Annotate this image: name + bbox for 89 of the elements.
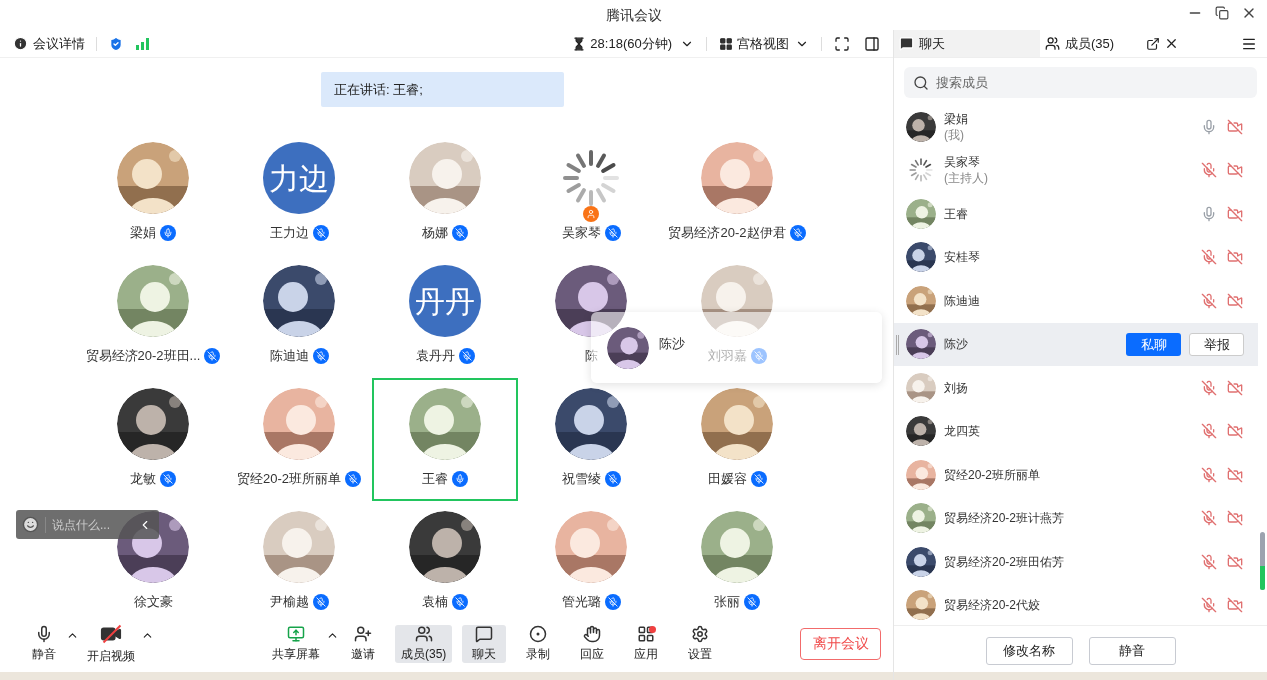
member-name: 安桂琴: [944, 249, 980, 266]
member-name: 王睿: [944, 205, 968, 222]
participant-name: 田媛容: [707, 470, 747, 488]
member-name: 陈沙: [659, 334, 685, 353]
meeting-details-button[interactable]: 会议详情: [13, 33, 85, 54]
emoji-icon[interactable]: [22, 516, 39, 533]
toolbar-button[interactable]: 聊天: [462, 624, 507, 663]
member-name: 贸经20-2班所丽单: [944, 466, 1041, 483]
member-row[interactable]: 贸易经济20-2班计燕芳: [894, 496, 1258, 540]
participant-name: 陈: [584, 347, 598, 365]
member-row[interactable]: 贸易经济20-2班田佑芳: [894, 540, 1258, 584]
chat-bar[interactable]: 说点什么...: [16, 510, 159, 539]
fullscreen-icon[interactable]: [834, 35, 850, 52]
participant-name: 祝雪绫: [561, 470, 601, 488]
member-name: 刘扬: [944, 379, 968, 396]
member-role: (主持人): [944, 170, 988, 187]
restore-icon[interactable]: [1215, 6, 1229, 20]
member-name: 陈沙: [944, 336, 968, 353]
participant-name: 梁娟: [130, 224, 156, 242]
member-row[interactable]: 王睿: [894, 192, 1258, 236]
participant-name: 徐文豪: [133, 593, 173, 611]
toolbar-button[interactable]: 设置: [678, 624, 723, 663]
member-row[interactable]: 陈沙 私聊 举报: [894, 322, 1258, 366]
close-icon[interactable]: [1164, 36, 1179, 51]
share-screen-icon: [285, 624, 307, 643]
member-row[interactable]: 陈迪迪: [894, 279, 1258, 323]
toolbar-button[interactable]: 开启视频: [81, 624, 141, 663]
timer-dropdown[interactable]: 28:18(60分钟): [572, 33, 694, 54]
member-row[interactable]: 梁娟 (我): [894, 105, 1258, 149]
participant-name: 袁丹丹: [415, 347, 455, 365]
participant-name: 张丽: [714, 593, 740, 611]
toolbar-button[interactable]: 共享屏幕: [266, 624, 326, 663]
hourglass-icon: [572, 36, 587, 51]
participant-name: 龙敏: [130, 470, 156, 488]
toolbar-button[interactable]: 邀请: [341, 624, 385, 663]
participant-name: 陈迪迪: [269, 347, 309, 365]
participant-name: 袁楠: [422, 593, 448, 611]
toolbar-button[interactable]: 应用: [624, 624, 669, 663]
leave-meeting-button[interactable]: 离开会议: [800, 627, 881, 660]
member-name: 贸易经济20-2代姣: [944, 597, 1041, 614]
panel-tab[interactable]: 聊天: [894, 30, 1040, 57]
member-name: 梁娟: [944, 110, 968, 127]
users-icon: [1045, 36, 1060, 51]
toolbar-button[interactable]: 回应: [570, 624, 615, 663]
grid-icon: [719, 36, 733, 51]
view-dropdown[interactable]: 宫格视图: [719, 33, 809, 54]
search-icon: [913, 74, 929, 91]
scrollbar[interactable]: [1260, 532, 1265, 590]
chat-icon: [899, 36, 914, 51]
member-name: 吴家琴: [944, 154, 981, 171]
shield-icon[interactable]: [108, 35, 124, 52]
member-row[interactable]: 安桂琴: [894, 235, 1258, 279]
chat-text-field[interactable]: 说点什么...: [52, 515, 132, 534]
info-icon: [13, 36, 28, 51]
member-name: 陈迪迪: [944, 292, 980, 309]
participant-name: 王力边: [269, 224, 309, 242]
mute-button[interactable]: 静音: [1088, 637, 1176, 665]
participant-name: 刘羽嘉: [707, 347, 747, 365]
member-row[interactable]: 龙四英: [894, 409, 1258, 453]
search-field[interactable]: 搜索成员: [936, 72, 1248, 93]
private-chat-button[interactable]: 私聊: [1126, 332, 1181, 356]
add-user-icon: [352, 624, 374, 643]
participant-name: 尹榆越: [269, 593, 309, 611]
member-row[interactable]: 贸经20-2班所丽单: [894, 453, 1258, 497]
member-role: (我): [944, 126, 965, 143]
toolbar-button[interactable]: 录制: [516, 624, 561, 663]
avatar: 力边: [263, 142, 335, 214]
report-button[interactable]: 举报: [1189, 332, 1244, 356]
search-bar[interactable]: 搜索成员: [904, 67, 1257, 98]
popout-icon[interactable]: [1146, 36, 1160, 51]
participant-name: 贸易经济20-2赵伊君: [668, 224, 786, 242]
participant-name: 王睿: [422, 470, 448, 488]
member-name: 龙四英: [944, 423, 980, 440]
member-row[interactable]: 刘扬: [894, 366, 1258, 410]
participant-name: 管光璐: [561, 593, 601, 611]
toolbar-button[interactable]: 静音: [22, 624, 66, 663]
member-name: 贸易经济20-2班计燕芳: [944, 510, 1065, 527]
participant-name: 杨娜: [422, 224, 448, 242]
participant-name: 吴家琴: [561, 224, 601, 242]
rename-button[interactable]: 修改名称: [985, 637, 1073, 665]
avatar: 丹丹: [409, 265, 481, 337]
member-name: 贸易经济20-2班田佑芳: [944, 553, 1065, 570]
sidebar-icon[interactable]: [864, 35, 880, 52]
participant-name: 贸易经济20-2班田...: [85, 347, 201, 365]
speaking-banner: 正在讲话: 王睿;: [321, 72, 564, 107]
window-title: 腾讯会议: [605, 5, 662, 25]
member-row[interactable]: 吴家琴 (主持人): [894, 148, 1258, 192]
toolbar-button[interactable]: 成员(35): [395, 624, 453, 663]
participant-name: 贸经20-2班所丽单: [237, 470, 341, 488]
